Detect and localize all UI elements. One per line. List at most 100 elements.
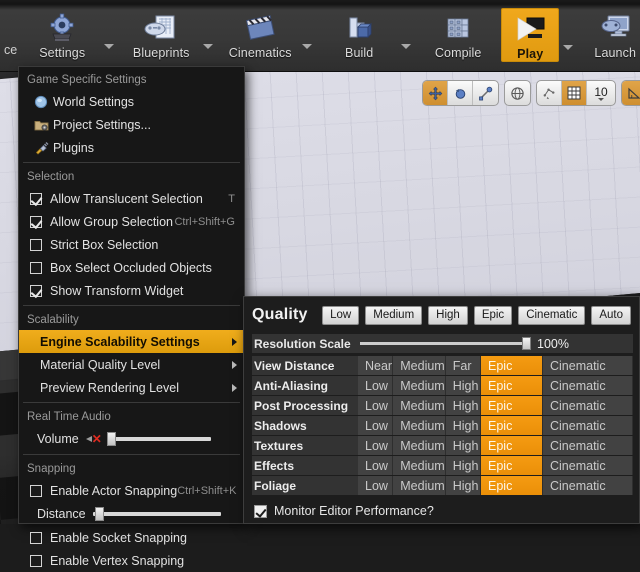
- option-medium[interactable]: Medium: [393, 416, 446, 435]
- checkbox-unchecked-icon[interactable]: [30, 554, 42, 567]
- option-medium[interactable]: Medium: [393, 396, 446, 415]
- option-high[interactable]: High: [445, 436, 481, 455]
- option-cinematic[interactable]: Cinematic: [543, 436, 633, 455]
- menu-item-engine-scalability-settings[interactable]: Engine Scalability Settings: [19, 330, 244, 353]
- monitor-editor-performance-row[interactable]: Monitor Editor Performance?: [252, 500, 633, 522]
- option-cinematic[interactable]: Cinematic: [543, 416, 633, 435]
- option-low[interactable]: Low: [358, 416, 394, 435]
- option-medium[interactable]: Medium: [393, 356, 446, 375]
- menu-item-world-settings[interactable]: World Settings: [19, 90, 244, 113]
- option-epic[interactable]: Epic: [481, 476, 543, 495]
- resolution-scale-slider[interactable]: [360, 337, 531, 350]
- option-medium[interactable]: Medium: [393, 456, 446, 475]
- rotate-tool-icon[interactable]: [448, 81, 473, 105]
- option-cinematic[interactable]: Cinematic: [543, 456, 633, 475]
- option-epic[interactable]: Epic: [481, 436, 543, 455]
- distance-slider[interactable]: [92, 507, 221, 521]
- grid-snap-icon[interactable]: [562, 81, 587, 105]
- option-epic[interactable]: Epic: [481, 376, 543, 395]
- settings-dropdown-menu[interactable]: Game Specific Settings World Settings Pr…: [18, 66, 245, 568]
- option-medium[interactable]: Medium: [393, 436, 446, 455]
- world-space-icon[interactable]: [505, 81, 530, 105]
- option-medium[interactable]: Medium: [393, 376, 446, 395]
- menu-item-plugins[interactable]: Plugins: [19, 136, 244, 159]
- preset-button-medium[interactable]: Medium: [365, 305, 423, 325]
- distance-slider-handle[interactable]: [94, 507, 104, 521]
- toolbar-caret-cinematics[interactable]: [298, 8, 316, 60]
- checkbox-unchecked-icon[interactable]: [30, 261, 42, 274]
- option-low[interactable]: Low: [358, 376, 394, 395]
- option-high[interactable]: High: [445, 376, 481, 395]
- row-label: Effects: [252, 456, 358, 475]
- option-far[interactable]: Far: [445, 356, 481, 375]
- option-low[interactable]: Low: [358, 456, 394, 475]
- option-high[interactable]: High: [445, 476, 481, 495]
- checkbox-unchecked-icon[interactable]: [30, 531, 42, 544]
- toolbar-button-settings[interactable]: Settings: [24, 8, 100, 60]
- checkbox-checked-icon[interactable]: [30, 215, 42, 228]
- resolution-scale-row[interactable]: Resolution Scale 100%: [252, 334, 633, 353]
- toolbar-button-cinematics[interactable]: Cinematics: [222, 8, 298, 60]
- option-cinematic[interactable]: Cinematic: [543, 376, 633, 395]
- menu-item-snap-distance[interactable]: Distance: [19, 502, 244, 526]
- resolution-scale-handle[interactable]: [522, 337, 531, 350]
- menu-item-enable-vertex-snapping[interactable]: Enable Vertex Snapping: [19, 549, 244, 572]
- angle-snap-icon[interactable]: [622, 81, 640, 105]
- toolbar-button-compile[interactable]: Compile: [420, 8, 496, 60]
- option-high[interactable]: High: [445, 456, 481, 475]
- option-high[interactable]: High: [445, 396, 481, 415]
- surface-snap-icon[interactable]: [537, 81, 562, 105]
- preset-button-cinematic[interactable]: Cinematic: [518, 305, 586, 325]
- checkbox-checked-icon[interactable]: [254, 504, 267, 518]
- scale-tool-icon[interactable]: [473, 81, 498, 105]
- option-low[interactable]: Low: [358, 476, 394, 495]
- toolbar-caret-settings[interactable]: [100, 8, 118, 60]
- option-cinematic[interactable]: Cinematic: [543, 476, 633, 495]
- option-epic[interactable]: Epic: [481, 416, 543, 435]
- menu-item-box-select-occluded-objects[interactable]: Box Select Occluded Objects: [19, 256, 244, 279]
- menu-item-project-settings[interactable]: Project Settings...: [19, 113, 244, 136]
- viewport-toolbar[interactable]: 10 1: [422, 80, 640, 106]
- menu-item-enable-actor-snapping[interactable]: Enable Actor Snapping Ctrl+Shift+K: [19, 479, 244, 502]
- option-near[interactable]: Near: [358, 356, 394, 375]
- preset-button-high[interactable]: High: [428, 305, 468, 325]
- toolbar-button-build[interactable]: Build: [321, 8, 397, 60]
- option-low[interactable]: Low: [358, 396, 394, 415]
- menu-item-preview-rendering-level[interactable]: Preview Rendering Level: [19, 376, 244, 399]
- option-epic[interactable]: Epic: [481, 456, 543, 475]
- toolbar-caret-build[interactable]: [397, 8, 415, 60]
- menu-item-strict-box-selection[interactable]: Strict Box Selection: [19, 233, 244, 256]
- option-high[interactable]: High: [445, 416, 481, 435]
- volume-slider[interactable]: [106, 432, 211, 446]
- option-epic[interactable]: Epic: [481, 396, 543, 415]
- checkbox-unchecked-icon[interactable]: [30, 238, 42, 251]
- menu-item-show-transform-widget[interactable]: Show Transform Widget: [19, 279, 244, 302]
- move-tool-icon[interactable]: [423, 81, 448, 105]
- checkbox-checked-icon[interactable]: [30, 192, 42, 205]
- speaker-muted-icon[interactable]: ✕: [85, 433, 102, 445]
- toolbar-button-blueprints[interactable]: Blueprints: [123, 8, 199, 60]
- grid-snap-value[interactable]: 10: [587, 81, 615, 105]
- menu-item-volume[interactable]: Volume ✕: [19, 427, 244, 451]
- engine-scalability-quality-panel[interactable]: Quality Low Medium High Epic Cinematic A…: [243, 296, 640, 524]
- toolbar-button-launch[interactable]: Launch: [577, 8, 640, 60]
- menu-item-allow-group-selection[interactable]: Allow Group Selection Ctrl+Shift+G: [19, 210, 244, 233]
- toolbar-caret-blueprints[interactable]: [199, 8, 217, 60]
- menu-item-enable-socket-snapping[interactable]: Enable Socket Snapping: [19, 526, 244, 549]
- option-cinematic[interactable]: Cinematic: [543, 396, 633, 415]
- main-toolbar[interactable]: ce Settings Blueprints Cinematics Build …: [0, 0, 640, 72]
- preset-button-epic[interactable]: Epic: [473, 305, 513, 325]
- preset-button-low[interactable]: Low: [322, 305, 360, 325]
- toolbar-button-play[interactable]: Play: [501, 8, 560, 62]
- option-epic[interactable]: Epic: [481, 356, 543, 375]
- checkbox-unchecked-icon[interactable]: [30, 484, 42, 497]
- volume-slider-handle[interactable]: [106, 432, 116, 446]
- option-low[interactable]: Low: [358, 436, 394, 455]
- checkbox-checked-icon[interactable]: [30, 284, 42, 297]
- preset-button-auto[interactable]: Auto: [591, 305, 631, 325]
- menu-item-allow-translucent-selection[interactable]: Allow Translucent Selection T: [19, 187, 244, 210]
- menu-item-material-quality-level[interactable]: Material Quality Level: [19, 353, 244, 376]
- toolbar-caret-play[interactable]: [559, 8, 577, 62]
- option-medium[interactable]: Medium: [393, 476, 446, 495]
- option-cinematic[interactable]: Cinematic: [543, 356, 633, 375]
